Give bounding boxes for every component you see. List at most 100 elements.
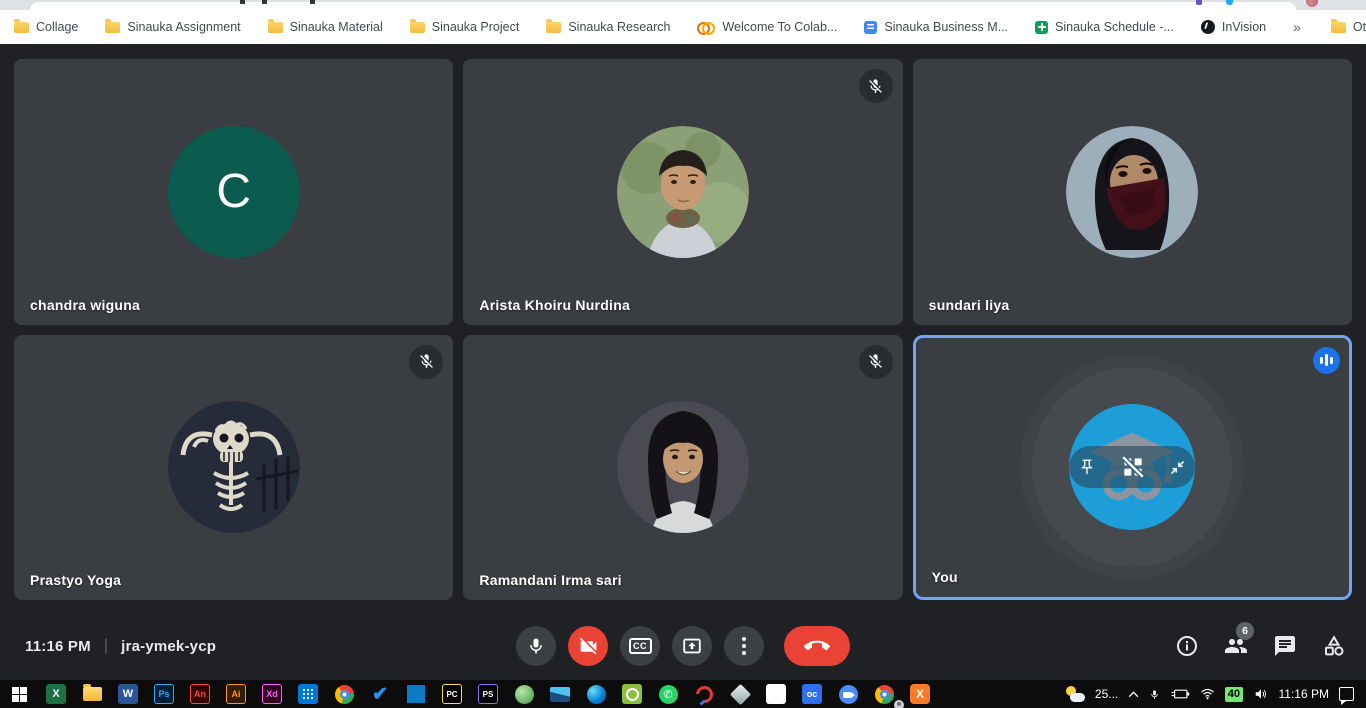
bookmarks-overflow-chevron[interactable]: » bbox=[1293, 19, 1301, 35]
meet-participant-grid: C chandra wiguna bbox=[0, 44, 1366, 612]
pin-icon[interactable] bbox=[1078, 458, 1096, 476]
other-bookmarks-label: Other bookmarks bbox=[1353, 20, 1366, 34]
extension-icon[interactable] bbox=[1226, 0, 1233, 5]
taskbar-app-word[interactable]: W bbox=[110, 680, 146, 708]
info-button[interactable] bbox=[1175, 634, 1199, 658]
taskbar-app-chrome-profile[interactable] bbox=[866, 680, 902, 708]
taskbar-app-android-studio[interactable] bbox=[506, 680, 542, 708]
battery-charging-icon[interactable] bbox=[1170, 688, 1190, 700]
mic-off-icon bbox=[867, 78, 884, 95]
taskbar-app-animate[interactable]: An bbox=[182, 680, 218, 708]
participant-tile-chandra-wiguna[interactable]: C chandra wiguna bbox=[14, 59, 453, 325]
captions-button[interactable]: CC bbox=[620, 626, 660, 666]
wifi-icon[interactable] bbox=[1200, 688, 1215, 700]
taskbar-app-zoom[interactable] bbox=[830, 680, 866, 708]
photo-long-hair-portrait bbox=[617, 401, 749, 533]
audio-level-indicator bbox=[1313, 347, 1340, 374]
taskbar-app-whatsapp[interactable]: ✆ bbox=[650, 680, 686, 708]
avatar-wrap bbox=[916, 338, 1349, 598]
bookmark-collage[interactable]: Collage bbox=[14, 20, 78, 34]
end-call-button[interactable] bbox=[784, 626, 850, 666]
taskbar-app-adobe-xd[interactable]: Xd bbox=[254, 680, 290, 708]
tray-chevron-up-icon[interactable] bbox=[1128, 691, 1139, 698]
other-bookmarks-button[interactable]: Other bookmarks bbox=[1331, 20, 1366, 34]
collapse-icon[interactable] bbox=[1169, 459, 1186, 476]
taskbar-app-excel[interactable]: X bbox=[38, 680, 74, 708]
bookmark-label: Sinauka Project bbox=[432, 20, 520, 34]
info-icon bbox=[1175, 634, 1199, 658]
avatar-wrap bbox=[463, 59, 902, 325]
taskbar-app-prism[interactable] bbox=[722, 680, 758, 708]
bookmark-sinauka-material[interactable]: Sinauka Material bbox=[268, 20, 383, 34]
participant-tile-arista[interactable]: Arista Khoiru Nurdina bbox=[463, 59, 902, 325]
participant-name: You bbox=[932, 569, 958, 585]
bookmark-welcome-to-colab[interactable]: Welcome To Colab... bbox=[697, 20, 837, 34]
grid-off-icon[interactable] bbox=[1120, 454, 1146, 480]
avatar-wrap bbox=[463, 335, 902, 601]
participant-tile-ramandani[interactable]: Ramandani Irma sari bbox=[463, 335, 902, 601]
browser-avatar[interactable] bbox=[1306, 0, 1318, 7]
bookmark-sinauka-research[interactable]: Sinauka Research bbox=[546, 20, 670, 34]
bookmarks-bar: Collage Sinauka Assignment Sinauka Mater… bbox=[0, 10, 1366, 44]
mic-button[interactable] bbox=[516, 626, 556, 666]
xampp-icon: X bbox=[910, 684, 930, 704]
taskbar-app-calendar[interactable] bbox=[290, 680, 326, 708]
address-bar-partial[interactable] bbox=[30, 2, 1296, 10]
windows-logo-icon bbox=[12, 687, 27, 702]
taskbar-app-edge[interactable] bbox=[578, 680, 614, 708]
pycharm-icon: PC bbox=[442, 684, 462, 704]
extension-icon[interactable] bbox=[1196, 0, 1202, 5]
weather-temperature[interactable]: 25... bbox=[1095, 687, 1118, 701]
taskbar-app-slack[interactable] bbox=[758, 680, 794, 708]
people-button[interactable]: 6 bbox=[1224, 634, 1248, 658]
activities-icon bbox=[1322, 634, 1346, 658]
more-options-button[interactable] bbox=[724, 626, 764, 666]
excel-icon: X bbox=[46, 684, 66, 704]
present-button[interactable] bbox=[672, 626, 712, 666]
taskbar-app-phpstorm[interactable]: PS bbox=[470, 680, 506, 708]
chrome-profile-icon bbox=[875, 685, 894, 704]
phpstorm-icon: PS bbox=[478, 684, 498, 704]
chat-button[interactable] bbox=[1273, 634, 1297, 658]
taskbar-app-illustrator[interactable]: Ai bbox=[218, 680, 254, 708]
camera-off-button[interactable] bbox=[568, 626, 608, 666]
avatar-wrap: C bbox=[14, 59, 453, 325]
taskbar-app-chrome[interactable] bbox=[326, 680, 362, 708]
photo-outdoor-portrait bbox=[617, 126, 749, 258]
docs-blue-icon bbox=[864, 21, 877, 34]
taskbar-app-xampp[interactable]: X bbox=[902, 680, 938, 708]
taskbar-app-genymotion[interactable] bbox=[614, 680, 650, 708]
bookmark-sinauka-business[interactable]: Sinauka Business M... bbox=[864, 20, 1008, 34]
taskbar-app-mail[interactable] bbox=[542, 680, 578, 708]
start-button[interactable] bbox=[0, 680, 38, 708]
taskbar-app-photoshop[interactable]: Ps bbox=[146, 680, 182, 708]
volume-icon[interactable] bbox=[1253, 687, 1269, 701]
participant-tile-sundari[interactable]: sundari liya bbox=[913, 59, 1352, 325]
bookmark-sinauka-project[interactable]: Sinauka Project bbox=[410, 20, 520, 34]
taskbar-clock[interactable]: 11:16 PM bbox=[1279, 687, 1329, 701]
slack-icon bbox=[766, 684, 786, 704]
weather-icon[interactable] bbox=[1065, 686, 1085, 702]
activities-button[interactable] bbox=[1322, 634, 1346, 658]
bookmark-sinauka-schedule[interactable]: Sinauka Schedule -... bbox=[1035, 20, 1174, 34]
windows-taskbar: X W Ps An Ai Xd ✔ PC PS ✆ oc X 25... bbox=[0, 680, 1366, 708]
edge-icon bbox=[587, 685, 606, 704]
folder-icon bbox=[268, 22, 283, 33]
chat-icon bbox=[1273, 634, 1297, 658]
bookmark-sinauka-assignment[interactable]: Sinauka Assignment bbox=[105, 20, 240, 34]
taskbar-app-check[interactable]: ✔ bbox=[362, 680, 398, 708]
battery-percent-badge[interactable]: 40 bbox=[1225, 687, 1242, 702]
vscode-icon bbox=[407, 685, 425, 703]
participant-tile-you[interactable]: You bbox=[913, 335, 1352, 601]
action-center-icon[interactable] bbox=[1339, 687, 1354, 701]
taskbar-app-red-bird[interactable] bbox=[686, 680, 722, 708]
tray-mic-icon[interactable] bbox=[1149, 687, 1160, 702]
taskbar-app-oc[interactable]: oc bbox=[794, 680, 830, 708]
call-controls: CC bbox=[516, 626, 850, 666]
bookmark-invision[interactable]: InVision bbox=[1201, 20, 1266, 34]
taskbar-app-vscode[interactable] bbox=[398, 680, 434, 708]
prism-icon bbox=[729, 683, 750, 704]
taskbar-app-file-explorer[interactable] bbox=[74, 680, 110, 708]
taskbar-app-pycharm[interactable]: PC bbox=[434, 680, 470, 708]
participant-tile-prastyo[interactable]: Prastyo Yoga bbox=[14, 335, 453, 601]
